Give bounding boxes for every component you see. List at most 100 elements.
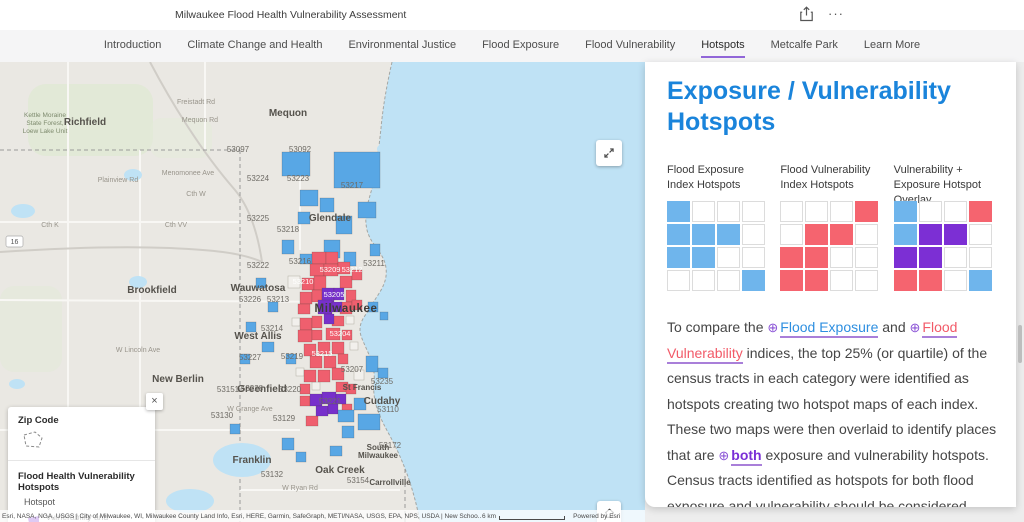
grid-cell	[667, 270, 690, 291]
census-tract	[380, 312, 388, 320]
grid-cell	[855, 201, 878, 222]
legend-close-button[interactable]: ×	[146, 393, 163, 410]
grid-cell	[780, 247, 803, 268]
grid-cell	[805, 224, 828, 245]
hotspot-figures: Flood Exposure Index Hotspots Flood Vulne…	[667, 163, 992, 291]
map-label: Milwaukee	[315, 303, 378, 315]
census-tract	[262, 342, 274, 352]
hotspot-grid	[894, 201, 992, 291]
census-tract	[304, 370, 316, 382]
grid-cell	[830, 270, 853, 291]
scale-bar: 6 km	[482, 513, 565, 520]
grid-cell	[780, 270, 803, 291]
map-label: Cth VV	[165, 222, 188, 229]
map-label: Cth K	[41, 222, 59, 229]
grid-cell	[692, 270, 715, 291]
map-label: 53205	[324, 290, 345, 299]
map-label: 53222	[247, 261, 270, 270]
figure-2: Flood Vulnerability Index Hotspots	[780, 163, 878, 291]
scale-label: 6 km	[482, 513, 496, 520]
map-label: 53226	[239, 295, 262, 304]
map-label: 53215	[312, 349, 333, 358]
grid-cell	[692, 201, 715, 222]
header-bar: Milwaukee Flood Health Vulnerability Ass…	[0, 0, 1024, 30]
scale-line	[499, 516, 565, 520]
grid-cell	[944, 270, 967, 291]
tab-flood-vulnerability[interactable]: Flood Vulnerability	[585, 35, 675, 58]
flood-exposure-link[interactable]: Flood Exposure	[780, 319, 878, 338]
divider	[8, 460, 155, 461]
app-title: Milwaukee Flood Health Vulnerability Ass…	[175, 9, 406, 21]
paragraph-text: To compare the	[667, 319, 767, 335]
map-label: 53235	[371, 377, 394, 386]
census-tract	[338, 410, 354, 422]
map-label: 53218	[277, 225, 300, 234]
map-label: 53216	[289, 257, 312, 266]
map-attribution-bar: Esri, NASA, NGA, USGS | City of Milwauke…	[0, 510, 645, 522]
paragraph-text: and	[878, 319, 909, 335]
census-tract	[306, 416, 318, 426]
map-label: Loew Lake Unit	[23, 128, 68, 135]
grid-cell	[830, 247, 853, 268]
grid-cell	[944, 224, 967, 245]
map-label: Mequon Rd	[182, 117, 218, 124]
map-label: 53228	[241, 384, 264, 393]
census-tract	[358, 414, 380, 430]
grid-cell	[692, 224, 715, 245]
grid-cell	[805, 270, 828, 291]
tab-flood-exposure[interactable]: Flood Exposure	[482, 35, 559, 58]
map-label: 53092	[289, 145, 312, 154]
tab-climate-change-and-health[interactable]: Climate Change and Health	[187, 35, 322, 58]
panel-heading: Exposure / Vulnerability Hotspots	[667, 76, 967, 137]
census-tract	[342, 426, 354, 438]
map-label: Kettle Moraine	[24, 112, 66, 119]
figure-label: Flood Exposure Index Hotspots	[667, 163, 765, 195]
storymap-page: Milwaukee Flood Health Vulnerability Ass…	[0, 0, 1024, 522]
map-label: W Ryan Rd	[282, 485, 318, 492]
both-link[interactable]: both	[731, 447, 761, 466]
fullscreen-button[interactable]	[596, 140, 622, 166]
grid-cell	[692, 247, 715, 268]
hotspot-grid	[667, 201, 765, 291]
map-label: 53224	[247, 174, 270, 183]
grid-cell	[667, 201, 690, 222]
tab-introduction[interactable]: Introduction	[104, 35, 161, 58]
census-tract	[300, 396, 310, 406]
tab-environmental-justice[interactable]: Environmental Justice	[348, 35, 456, 58]
map-label: New Berlin	[152, 374, 204, 385]
map-label: 53132	[261, 470, 284, 479]
share-button[interactable]	[796, 6, 816, 24]
section-nav: Introduction Climate Change and Health Env…	[0, 30, 1024, 62]
census-tract	[282, 240, 294, 254]
powered-by-esri: Powered by Esri	[573, 513, 620, 520]
grid-cell	[855, 270, 878, 291]
circle-plus-icon: ⊕	[718, 448, 729, 463]
more-options-button[interactable]: ···	[822, 2, 846, 24]
census-tract	[326, 252, 338, 264]
map-container[interactable]: 16 MilwaukeeMequonRichfieldBrookfieldWau…	[0, 62, 645, 522]
figure-3: Vulnerability + Exposure Hotspot Overlay	[894, 163, 992, 291]
map-label: 53227	[239, 353, 262, 362]
map-label: Wauwatosa	[231, 283, 286, 294]
census-tract	[370, 244, 380, 256]
map-label: State Forest,	[26, 120, 63, 127]
map-label: W Lincoln Ave	[116, 347, 160, 354]
map-label: 53154	[347, 476, 370, 485]
grid-cell	[969, 270, 992, 291]
expand-icon	[602, 146, 616, 160]
grid-cell	[969, 247, 992, 268]
scrollbar-thumb[interactable]	[1018, 325, 1022, 363]
tab-metcalfe-park[interactable]: Metcalfe Park	[771, 35, 838, 58]
tab-learn-more[interactable]: Learn More	[864, 35, 920, 58]
map-label: 53110	[377, 405, 399, 414]
map-label: Freistadt Rd	[177, 99, 215, 106]
map-label: Cth W	[186, 191, 206, 198]
grid-cell	[742, 247, 765, 268]
census-tract	[300, 292, 312, 304]
grid-cell	[805, 201, 828, 222]
tab-hotspots[interactable]: Hotspots	[701, 35, 744, 58]
map-label: W Grange Ave	[227, 406, 273, 413]
census-tract	[340, 276, 352, 288]
figure-label: Flood Vulnerability Index Hotspots	[780, 163, 878, 195]
legend-hotspots-title: Flood Health Vulnerability Hotspots	[18, 471, 145, 493]
